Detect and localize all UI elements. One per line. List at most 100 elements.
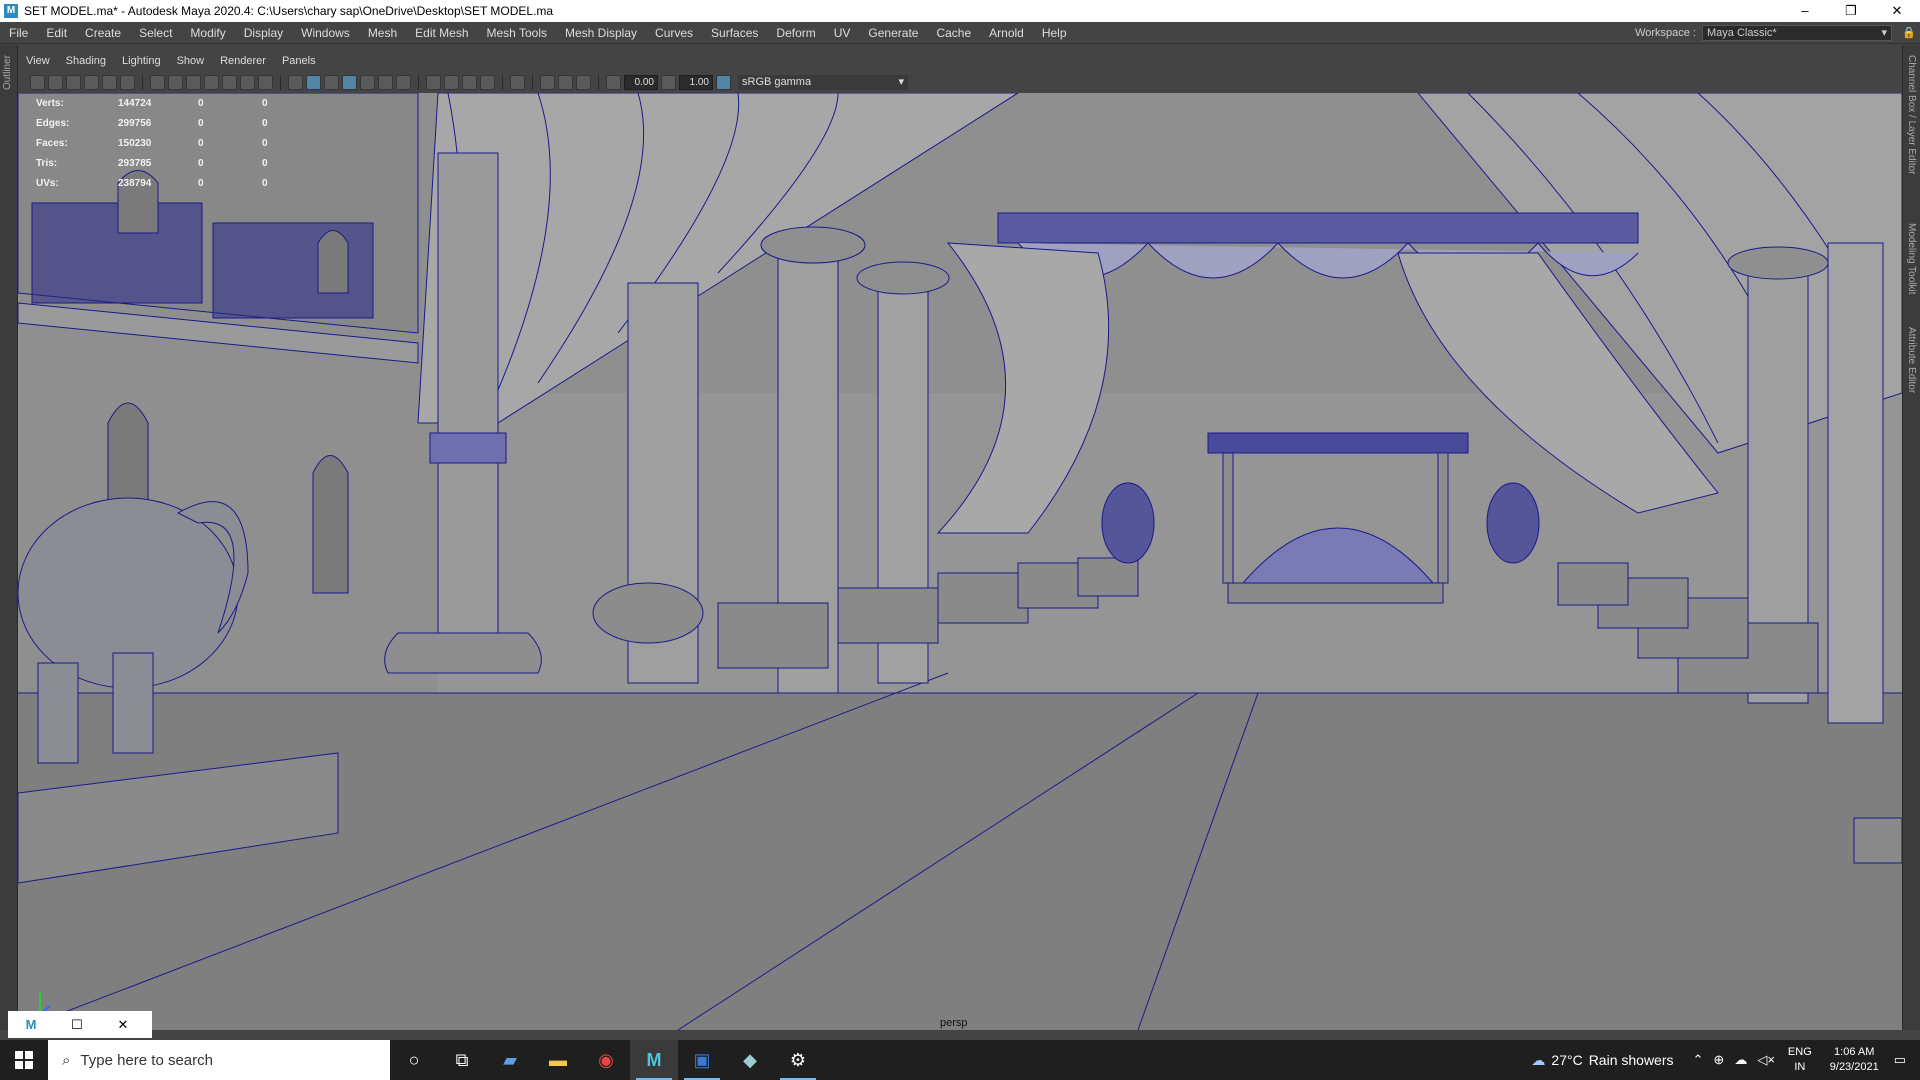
field-chart-icon[interactable] — [222, 74, 237, 90]
panel-menu-renderer[interactable]: Renderer — [212, 55, 274, 67]
menu-select[interactable]: Select — [130, 26, 181, 40]
window-title: SET MODEL.ma* - Autodesk Maya 2020.4: C:… — [24, 4, 554, 18]
hud-value: 0 — [262, 117, 268, 129]
wireframe-icon[interactable] — [288, 74, 303, 90]
menu-curves[interactable]: Curves — [646, 26, 702, 40]
image-plane-icon[interactable] — [84, 74, 99, 90]
xray-icon[interactable] — [540, 74, 555, 90]
color-management-icon[interactable] — [716, 74, 731, 90]
menu-deform[interactable]: Deform — [767, 26, 824, 40]
modeling-toolkit-tab[interactable]: Modeling Toolkit — [1906, 223, 1917, 295]
default-material-icon[interactable] — [324, 74, 339, 90]
close-button[interactable]: ✕ — [100, 1017, 146, 1033]
menu-edit-mesh[interactable]: Edit Mesh — [406, 26, 477, 40]
file-explorer-icon[interactable]: ▬ — [534, 1040, 582, 1080]
xray-joints-icon[interactable] — [576, 74, 591, 90]
panel-menu-panels[interactable]: Panels — [274, 55, 324, 67]
menu-cache[interactable]: Cache — [927, 26, 980, 40]
wireframe-on-shaded-icon[interactable] — [342, 74, 357, 90]
anti-aliasing-icon[interactable] — [462, 74, 477, 90]
hud-value: 0 — [262, 177, 268, 189]
menu-windows[interactable]: Windows — [292, 26, 359, 40]
panel-menu-view[interactable]: View — [18, 55, 58, 67]
menu-display[interactable]: Display — [235, 26, 292, 40]
chevron-up-icon[interactable]: ⌃ — [1693, 1052, 1704, 1068]
workspace-dropdown[interactable]: Maya Classic* ▾ — [1702, 25, 1892, 41]
menu-arnold[interactable]: Arnold — [980, 26, 1033, 40]
camera-attributes-icon[interactable] — [48, 74, 63, 90]
panel-menu-lighting[interactable]: Lighting — [114, 55, 169, 67]
hud-value: 238794 — [118, 177, 152, 189]
2d-pan-zoom-icon[interactable] — [102, 74, 117, 90]
input-language[interactable]: ENG IN — [1788, 1045, 1812, 1075]
gamma-icon[interactable] — [661, 74, 676, 90]
smooth-shade-icon[interactable] — [306, 74, 321, 90]
isolate-select-icon[interactable] — [510, 74, 525, 90]
hud-value: 0 — [198, 177, 204, 189]
maximize-button[interactable]: ☐ — [54, 1017, 100, 1033]
chevron-down-icon: ▾ — [898, 75, 904, 88]
cortana-icon[interactable]: ○ — [390, 1040, 438, 1080]
panel-menu-shading[interactable]: Shading — [58, 55, 114, 67]
resolution-gate-icon[interactable] — [186, 74, 201, 90]
grease-pencil-icon[interactable] — [120, 74, 135, 90]
film-gate-icon[interactable] — [168, 74, 183, 90]
motion-blur-icon[interactable] — [444, 74, 459, 90]
panel-menu-show[interactable]: Show — [169, 55, 213, 67]
menu-file[interactable]: File — [0, 26, 37, 40]
grid-icon[interactable] — [150, 74, 165, 90]
depth-of-field-icon[interactable] — [480, 74, 495, 90]
lang-code: ENG — [1787, 1046, 1812, 1058]
restore-maya-icon[interactable]: M — [8, 1017, 54, 1032]
attribute-editor-tab[interactable]: Attribute Editor — [1906, 327, 1917, 393]
app-icon-taskbar-1[interactable]: ▰ — [486, 1040, 534, 1080]
lock-icon[interactable]: 🔒 — [1902, 26, 1916, 40]
app-icon-taskbar-3[interactable]: ⚙ — [774, 1040, 822, 1080]
use-all-lights-icon[interactable] — [378, 74, 393, 90]
app-icon-taskbar-2[interactable]: ◆ — [726, 1040, 774, 1080]
menu-modify[interactable]: Modify — [181, 26, 234, 40]
taskbar-search-box[interactable]: ⌕ Type here to search — [48, 1040, 390, 1080]
exposure-icon[interactable] — [606, 74, 621, 90]
gamma-field[interactable]: 1.00 — [679, 74, 713, 90]
task-view-icon[interactable]: ⧉ — [438, 1040, 486, 1080]
maximize-button[interactable]: ❐ — [1828, 0, 1874, 22]
view-transform-dropdown[interactable]: sRGB gamma ▾ — [738, 74, 908, 90]
chrome-icon[interactable]: ◉ — [582, 1040, 630, 1080]
system-tray: ☁ 27°C Rain showers ⌃ ⊕ ☁ ◁× ENG IN 1:06… — [1531, 1040, 1920, 1080]
onedrive-icon[interactable]: ☁ — [1734, 1052, 1747, 1068]
exposure-field[interactable]: 0.00 — [624, 74, 658, 90]
outliner-tab[interactable]: Outliner — [2, 55, 13, 90]
menu-edit[interactable]: Edit — [37, 26, 76, 40]
gate-mask-icon[interactable] — [204, 74, 219, 90]
taskbar-clock[interactable]: 1:06 AM 9/23/2021 — [1830, 1045, 1879, 1075]
safe-title-icon[interactable] — [258, 74, 273, 90]
bookmark-icon[interactable] — [66, 74, 81, 90]
menu-surfaces[interactable]: Surfaces — [702, 26, 767, 40]
menu-mesh[interactable]: Mesh — [359, 26, 406, 40]
menu-mesh-display[interactable]: Mesh Display — [556, 26, 646, 40]
close-button[interactable]: ✕ — [1874, 0, 1920, 22]
menu-help[interactable]: Help — [1033, 26, 1076, 40]
safe-action-icon[interactable] — [240, 74, 255, 90]
start-button[interactable] — [0, 1040, 48, 1080]
menu-mesh-tools[interactable]: Mesh Tools — [478, 26, 556, 40]
weather-desc: Rain showers — [1588, 1052, 1674, 1068]
menu-create[interactable]: Create — [76, 26, 130, 40]
notifications-icon[interactable]: ▭ — [1894, 1052, 1906, 1068]
channel-box-tab[interactable]: Channel Box / Layer Editor — [1906, 55, 1917, 175]
weather-widget[interactable]: ☁ 27°C Rain showers — [1531, 1052, 1673, 1069]
network-icon[interactable]: ⊕ — [1713, 1052, 1724, 1068]
menu-generate[interactable]: Generate — [859, 26, 927, 40]
volume-mute-icon[interactable]: ◁× — [1757, 1052, 1775, 1068]
photos-icon[interactable]: ▣ — [678, 1040, 726, 1080]
textured-icon[interactable] — [360, 74, 375, 90]
select-camera-icon[interactable] — [30, 74, 45, 90]
minimize-button[interactable]: – — [1782, 0, 1828, 22]
screen-space-ao-icon[interactable] — [426, 74, 441, 90]
menu-uv[interactable]: UV — [825, 26, 860, 40]
shadows-icon[interactable] — [396, 74, 411, 90]
maya-taskbar-icon[interactable]: M — [630, 1040, 678, 1080]
perspective-viewport[interactable]: Verts: 144724 0 0 Edges: 299756 0 0 Face… — [18, 93, 1902, 1030]
xray-active-icon[interactable] — [558, 74, 573, 90]
